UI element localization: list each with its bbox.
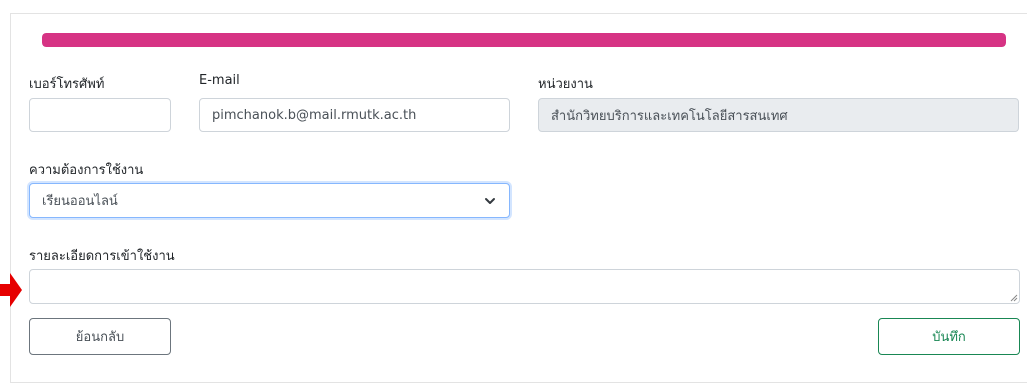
phone-label: เบอร์โทรศัพท์ (29, 77, 105, 92)
progress-fill (42, 33, 1006, 47)
email-label: E-mail (199, 73, 240, 88)
chevron-down-icon (483, 194, 497, 208)
red-arrow-icon (0, 273, 22, 307)
phone-input[interactable] (29, 98, 171, 132)
requirement-selected-value: เรียนออนไลน์ (42, 194, 118, 209)
progress-bar (42, 33, 1006, 47)
save-button[interactable]: บันทึก (878, 318, 1020, 355)
back-button[interactable]: ย้อนกลับ (29, 318, 171, 355)
requirement-select[interactable]: เรียนออนไลน์ (29, 183, 510, 218)
details-label: รายละเอียดการเข้าใช้งาน (29, 249, 175, 264)
email-input[interactable]: pimchanok.b@mail.rmutk.ac.th (199, 98, 510, 132)
department-input: สำนักวิทยบริการและเทคโนโลยีสารสนเทศ (538, 98, 1019, 132)
department-label: หน่วยงาน (538, 77, 593, 92)
requirement-label: ความต้องการใช้งาน (29, 163, 144, 178)
details-textarea[interactable] (29, 269, 1020, 304)
resize-grip-icon[interactable] (1008, 292, 1018, 302)
